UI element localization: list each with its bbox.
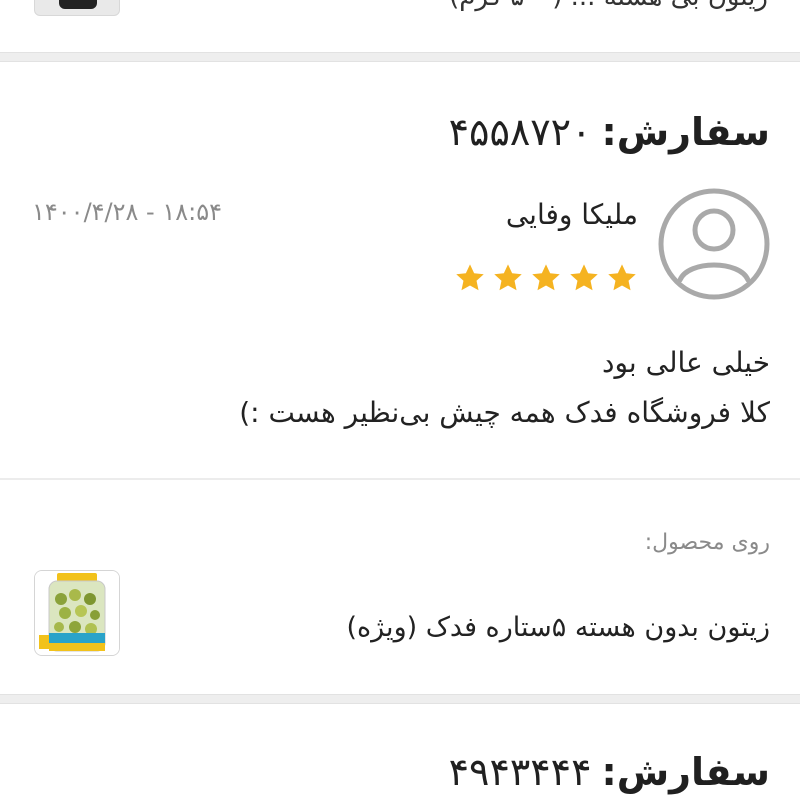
order-label: سفارش: xyxy=(601,750,770,794)
order-label: سفارش: xyxy=(601,110,770,154)
star-icon xyxy=(608,264,636,291)
reviews-page: زیتون بی هسته ... (۵۰۰ گرم) سفارش:۴۵۵۸۷۲… xyxy=(0,0,800,800)
olive-jar-thumbnail-icon[interactable] xyxy=(34,570,120,656)
product-name-link[interactable]: زیتون بدون هسته ۵ستاره فدک (ویژه) xyxy=(346,612,770,643)
star-icon xyxy=(532,264,560,291)
review-comment-line: خیلی عالی بود xyxy=(602,346,770,379)
previous-product-title: زیتون بی هسته ... (۵۰۰ گرم) xyxy=(449,0,768,12)
card-divider xyxy=(0,52,800,62)
rating-stars xyxy=(454,262,638,294)
card-divider xyxy=(0,694,800,704)
on-product-label: روی محصول: xyxy=(644,530,770,555)
order-heading: سفارش:۴۵۵۸۷۲۰ xyxy=(449,110,770,154)
star-icon xyxy=(456,264,484,291)
previous-product-thumbnail xyxy=(34,0,120,16)
section-separator xyxy=(0,478,800,480)
order-heading: سفارش:۴۹۴۳۴۴۴ xyxy=(449,750,770,794)
review-date: ۱۸:۵۴ - ۱۴۰۰/۴/۲۸ xyxy=(32,198,222,226)
previous-product-row[interactable]: زیتون بی هسته ... (۵۰۰ گرم) xyxy=(0,0,800,52)
order-number: ۴۵۵۸۷۲۰ xyxy=(448,110,592,154)
star-icon xyxy=(494,264,522,291)
star-icon xyxy=(570,264,598,291)
order-number: ۴۹۴۳۴۴۴ xyxy=(448,750,592,794)
reviewer-name: ملیکا وفایی xyxy=(505,198,638,231)
user-avatar-icon xyxy=(658,188,770,300)
review-comment-line: کلا فروشگاه فدک همه چیش بی‌نظیر هست :) xyxy=(239,396,770,429)
